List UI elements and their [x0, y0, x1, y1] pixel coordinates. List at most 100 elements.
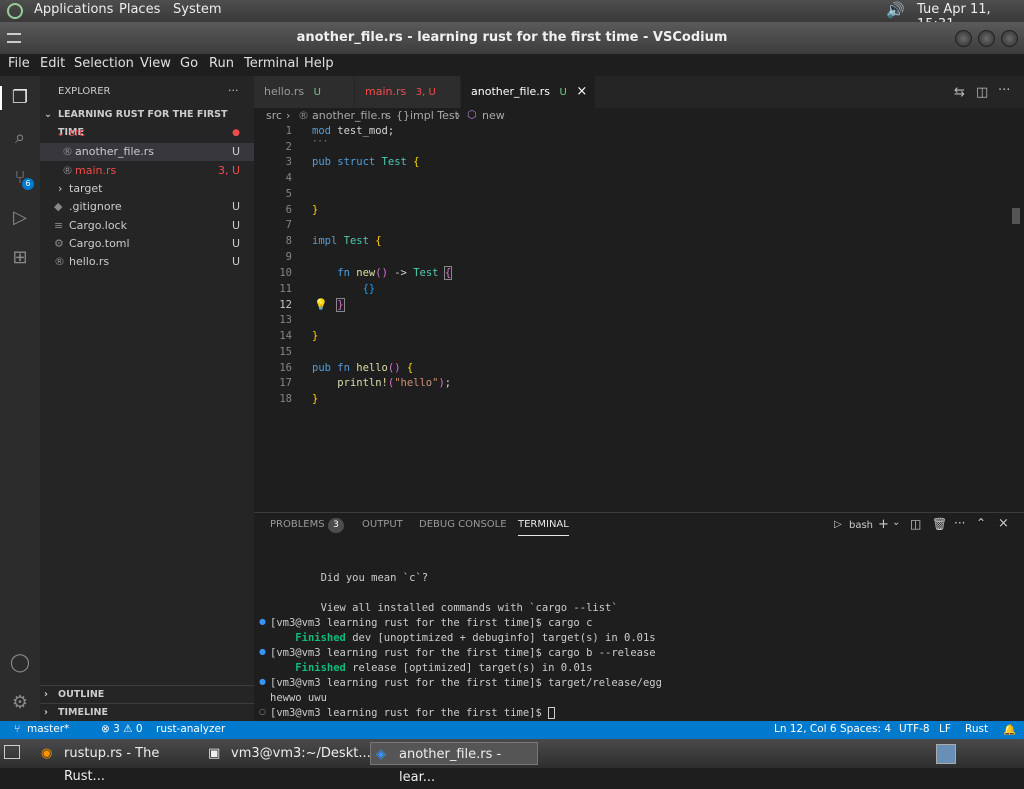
explorer-icon[interactable]: ❐	[8, 86, 32, 110]
volume-icon[interactable]: 🔊	[886, 1, 905, 19]
tree-item-another-file[interactable]: ® another_file.rs U	[40, 143, 254, 161]
project-folder[interactable]: ⌄ LEARNING RUST FOR THE FIRST TIME	[40, 106, 254, 138]
tab-main[interactable]: main.rs 3, U	[355, 76, 460, 108]
menu-terminal[interactable]: Terminal	[244, 56, 299, 71]
workspace-switcher[interactable]	[936, 744, 956, 764]
top-panel: Applications Places System 🔊 Tue Apr 11,…	[0, 0, 1024, 32]
git-status: U	[231, 237, 240, 250]
menu-view[interactable]: View	[140, 56, 171, 71]
explorer-header: EXPLORER	[58, 86, 111, 97]
tab-output[interactable]: OUTPUT	[362, 519, 403, 530]
gnome-foot-icon[interactable]	[7, 3, 23, 19]
trash-icon[interactable]: 🗑	[932, 517, 947, 531]
source-control-icon[interactable]: ⑂ 6	[8, 166, 34, 190]
tab-debug-console[interactable]: DEBUG CONSOLE	[419, 519, 507, 530]
code-editor[interactable]: 1 2 3 4 5 6 7 8 9 10 11 12 13 14 15 16 17 18 mod test_mod…	[254, 124, 1024, 510]
code-line: }	[312, 330, 319, 342]
rust-analyzer-status[interactable]: rust-analyzer	[156, 723, 225, 735]
line-number: 7	[285, 219, 292, 231]
tree-item-cargo-toml[interactable]: ⚙ Cargo.toml U	[40, 235, 254, 253]
chevron-right-icon: ›	[286, 109, 291, 122]
compare-changes-icon[interactable]: ⇆	[954, 85, 965, 100]
line-number: 12	[279, 299, 292, 311]
split-editor-icon[interactable]: ◫	[976, 85, 988, 100]
command-decoration-icon[interactable]: ○	[259, 707, 266, 716]
window-title: another_file.rs - learning rust for the …	[296, 30, 728, 45]
close-tab-icon[interactable]: ×	[576, 84, 587, 99]
close-panel-icon[interactable]: ×	[998, 516, 1009, 531]
language-mode[interactable]: Rust	[965, 723, 988, 735]
places-menu[interactable]: Places	[119, 2, 160, 17]
tree-item-target[interactable]: › target	[40, 180, 254, 198]
tab-status: U	[559, 87, 567, 98]
account-icon[interactable]: ◯	[8, 651, 32, 675]
menu-file[interactable]: File	[8, 56, 30, 71]
indentation[interactable]: Spaces: 4	[840, 723, 891, 735]
close-window-button[interactable]	[1001, 30, 1018, 47]
menu-run[interactable]: Run	[209, 56, 234, 71]
outline-section[interactable]: › OUTLINE	[40, 685, 254, 703]
menu-selection[interactable]: Selection	[74, 56, 134, 71]
more-icon[interactable]: ···	[954, 516, 965, 530]
terminal-text: [vm3@vm3 learning rust for the first tim…	[270, 707, 549, 719]
terminal-shell-label[interactable]: bash	[849, 520, 873, 531]
menu-edit[interactable]: Edit	[40, 56, 65, 71]
editor-scrollbar[interactable]	[1012, 208, 1020, 224]
command-decoration-icon[interactable]: ●	[259, 647, 266, 656]
tab-another-file[interactable]: another_file.rs U ×	[461, 76, 595, 108]
line-number: 18	[279, 393, 292, 405]
line-ending[interactable]: LF	[939, 723, 951, 735]
tree-item-cargo-lock[interactable]: ≡ Cargo.lock U	[40, 217, 254, 235]
tab-hello[interactable]: hello.rs U	[254, 76, 354, 108]
tree-item-gitignore[interactable]: ◆ .gitignore U	[40, 198, 254, 216]
maximize-panel-icon[interactable]: ⌃	[976, 516, 986, 530]
menu-go[interactable]: Go	[180, 56, 198, 71]
explorer-more-icon[interactable]: ···	[228, 84, 239, 97]
git-status: U	[231, 145, 240, 158]
command-decoration-icon[interactable]: ●	[259, 617, 266, 626]
tree-label: hello.rs	[69, 255, 110, 268]
code-line: }	[312, 393, 319, 405]
more-actions-icon[interactable]: ···	[998, 83, 1010, 98]
applications-menu[interactable]: Applications	[34, 2, 113, 17]
tree-item-src[interactable]: ⌄ src ●	[40, 124, 254, 142]
command-decoration-icon[interactable]: ●	[259, 677, 266, 686]
extensions-icon[interactable]: ⊞	[8, 246, 32, 270]
settings-gear-icon[interactable]: ⚙	[8, 691, 32, 715]
tab-problems[interactable]: PROBLEMS	[270, 519, 325, 530]
timeline-section[interactable]: › TIMELINE	[40, 703, 254, 721]
system-menu[interactable]: System	[173, 2, 221, 17]
run-debug-icon[interactable]: ▷	[8, 206, 32, 230]
task-terminal[interactable]: ▣ vm3@vm3:~/Deskt...	[203, 742, 371, 765]
terminal-prompt[interactable]: [vm3@vm3 learning rust for the first tim…	[270, 707, 556, 719]
breadcrumb-folder[interactable]: src	[266, 109, 282, 122]
maximize-button[interactable]	[978, 30, 995, 47]
tab-terminal[interactable]: TERMINAL	[518, 519, 569, 536]
breadcrumb-file[interactable]: another_file.rs	[312, 109, 391, 122]
breadcrumb-impl[interactable]: impl Test	[410, 109, 459, 122]
menu-help[interactable]: Help	[304, 56, 334, 71]
encoding[interactable]: UTF-8	[899, 723, 930, 735]
window-menu-icon[interactable]	[7, 33, 21, 43]
minimize-button[interactable]	[955, 30, 972, 47]
breadcrumb-fn[interactable]: new	[482, 109, 505, 122]
rust-file-icon: ®	[54, 255, 65, 268]
cursor-position[interactable]: Ln 12, Col 6	[774, 723, 837, 735]
bell-icon[interactable]: 🔔	[1003, 723, 1016, 736]
search-icon[interactable]: ⌕	[8, 126, 32, 150]
chevron-down-icon[interactable]: ⌄	[892, 517, 900, 528]
show-desktop-icon[interactable]	[4, 745, 20, 759]
task-vscodium[interactable]: ◈ another_file.rs - lear...	[370, 742, 538, 785]
task-firefox[interactable]: ◉ rustup.rs - The Rust...	[36, 742, 201, 784]
add-terminal-icon[interactable]: +	[878, 517, 889, 532]
finished-label: Finished	[295, 632, 346, 644]
git-branch[interactable]: master*	[27, 723, 69, 735]
line-number: 10	[279, 267, 292, 279]
minimap[interactable]	[924, 126, 964, 166]
split-terminal-icon[interactable]: ◫	[910, 517, 921, 531]
lightbulb-icon[interactable]: 💡	[314, 298, 328, 311]
tree-item-hello[interactable]: ® hello.rs U	[40, 253, 254, 271]
terminal-text: dev [unoptimized + debuginfo] target(s) …	[345, 632, 656, 644]
tree-item-main[interactable]: ® main.rs 3, U	[40, 162, 254, 180]
problems-status[interactable]: ⊗ 3 ⚠ 0	[101, 723, 143, 735]
